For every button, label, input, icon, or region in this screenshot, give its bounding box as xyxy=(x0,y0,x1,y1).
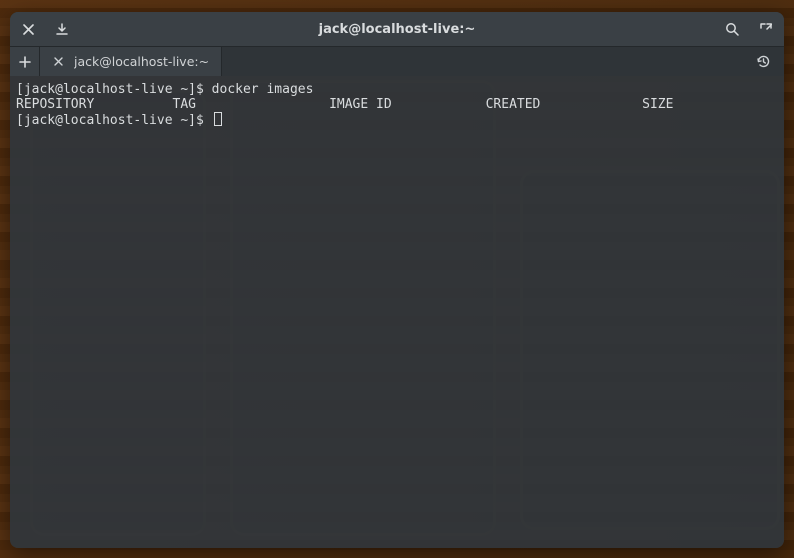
tab-close-button[interactable] xyxy=(50,54,66,70)
command-bar[interactable] xyxy=(222,47,784,76)
new-tab-button[interactable] xyxy=(10,47,40,76)
terminal-line: [jack@localhost-live ~]$ xyxy=(16,112,778,128)
shell-prompt: [jack@localhost-live ~]$ xyxy=(16,82,212,97)
shell-command: docker images xyxy=(212,82,314,97)
fullscreen-icon xyxy=(760,23,772,35)
history-button[interactable] xyxy=(750,49,776,75)
tab-terminal-1[interactable]: jack@localhost-live:~ xyxy=(40,47,222,76)
plus-icon xyxy=(19,56,31,68)
close-window-button[interactable] xyxy=(18,19,38,39)
tab-strip: jack@localhost-live:~ xyxy=(10,46,784,76)
search-icon xyxy=(725,22,739,36)
download-icon xyxy=(56,23,68,35)
window-titlebar[interactable]: jack@localhost-live:~ xyxy=(10,12,784,46)
window-title: jack@localhost-live:~ xyxy=(10,22,784,37)
shell-prompt: [jack@localhost-live ~]$ xyxy=(16,113,212,128)
tab-label: jack@localhost-live:~ xyxy=(74,54,209,69)
terminal-window: jack@localhost-live:~ jack@localhost-liv… xyxy=(10,12,784,548)
command-input[interactable] xyxy=(230,52,750,72)
terminal-line: [jack@localhost-live ~]$ docker images xyxy=(16,82,778,97)
save-output-button[interactable] xyxy=(52,19,72,39)
terminal-line: REPOSITORY TAG IMAGE ID CREATED SIZE xyxy=(16,97,778,112)
search-button[interactable] xyxy=(722,19,742,39)
close-icon xyxy=(23,24,34,35)
terminal-output[interactable]: [jack@localhost-live ~]$ docker imagesRE… xyxy=(10,76,784,548)
close-icon xyxy=(54,57,63,66)
history-icon xyxy=(756,54,771,69)
text-cursor xyxy=(214,112,222,126)
fullscreen-button[interactable] xyxy=(756,19,776,39)
